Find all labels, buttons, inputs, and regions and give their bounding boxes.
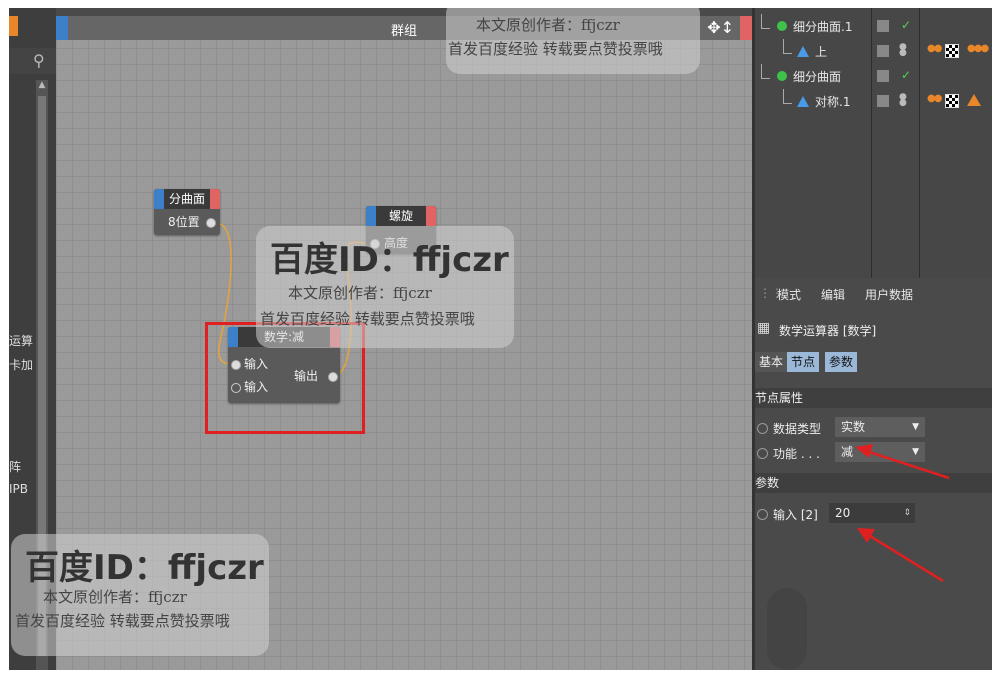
check-icon[interactable]: ✓ bbox=[901, 18, 911, 32]
spline-node[interactable]: 分曲面 8位置 bbox=[154, 189, 220, 235]
symmetry-icon bbox=[797, 46, 809, 57]
tree-line bbox=[761, 14, 770, 29]
data-type-dropdown[interactable]: 实数 ▼ bbox=[835, 417, 925, 437]
tree-line bbox=[783, 39, 792, 54]
object-row[interactable]: 上 ● ● ●● ●●● bbox=[755, 39, 992, 63]
tag-dots-icon[interactable]: ●●● bbox=[967, 43, 989, 54]
search-bar[interactable]: ⚲ bbox=[9, 48, 56, 74]
edit-icon[interactable] bbox=[877, 95, 889, 107]
watermark-center: 百度ID：ffjczr 本文原创作者：ffjczr 首发百度经验 转载要点赞投票… bbox=[256, 226, 514, 348]
tab-params[interactable]: 参数 bbox=[825, 352, 858, 372]
input-value-field[interactable]: 20 ⇕ bbox=[829, 503, 915, 523]
object-manager: 细分曲面.1 ✓ 上 ● ● ●● ●●● 细分曲面 ✓ 对称.1 ● ● ●● bbox=[755, 8, 992, 278]
cone-tag-icon[interactable] bbox=[967, 94, 981, 106]
subdivision-icon bbox=[777, 71, 787, 81]
watermark-note: 首发百度经验 转载要点赞投票哦 bbox=[15, 612, 230, 630]
material-dots-icon[interactable]: ●● bbox=[927, 93, 943, 104]
search-icon[interactable]: ⚲ bbox=[33, 51, 45, 70]
watermark-author: 本文原创作者：ffjczr bbox=[288, 284, 432, 302]
watermark-author: 本文原创作者：ffjczr bbox=[476, 16, 620, 34]
move-icon[interactable]: ✥↕ bbox=[707, 18, 734, 37]
checker-tag-icon[interactable] bbox=[945, 44, 959, 58]
spline-port-label: 8位置 bbox=[168, 215, 200, 229]
edit-icon[interactable] bbox=[877, 45, 889, 57]
object-row[interactable]: 对称.1 ● ● ●● bbox=[755, 89, 992, 113]
left-label-3: 阵 bbox=[9, 460, 22, 474]
tab-basic[interactable]: 基本 bbox=[755, 352, 788, 372]
app-window: ⚲ ▲ 运算 卡加 阵 IPB 群组 ✥↕ 分曲面 8位置 螺旋 高度 bbox=[9, 8, 992, 670]
object-row[interactable]: 细分曲面.1 ✓ bbox=[755, 14, 992, 38]
watermark-id: 百度ID：ffjczr bbox=[25, 548, 264, 588]
watermark-note: 首发百度经验 转载要点赞投票哦 bbox=[260, 310, 475, 328]
calculator-icon: ▦ bbox=[757, 320, 771, 336]
menu-mode[interactable]: 模式 bbox=[777, 286, 801, 303]
data-type-label: 数据类型 bbox=[773, 422, 822, 436]
object-name: 细分曲面.1 bbox=[793, 20, 853, 34]
watermark-top: 本文原创作者：ffjczr 首发百度经验 转载要点赞投票哦 bbox=[446, 8, 700, 74]
function-label: 功能 . . . bbox=[773, 447, 820, 461]
function-value: 减 bbox=[841, 445, 854, 459]
menu-user-data[interactable]: 用户数据 bbox=[865, 286, 913, 303]
tab-node[interactable]: 节点 bbox=[787, 352, 820, 372]
material-dots-icon[interactable]: ●● bbox=[927, 43, 943, 54]
panel-tab[interactable] bbox=[9, 16, 18, 36]
section-node-props: 节点属性 bbox=[755, 388, 992, 408]
watermark-author: 本文原创作者：ffjczr bbox=[43, 588, 187, 606]
edit-icon[interactable] bbox=[877, 70, 889, 82]
left-label-4: IPB bbox=[9, 482, 29, 496]
node-red-tab bbox=[210, 189, 220, 209]
stepper-icon[interactable]: ⇕ bbox=[903, 503, 911, 523]
function-dropdown[interactable]: 减 ▼ bbox=[835, 442, 925, 462]
function-radio[interactable] bbox=[757, 448, 768, 459]
node-blue-tab bbox=[366, 206, 376, 226]
watermark-note: 首发百度经验 转载要点赞投票哦 bbox=[448, 40, 663, 58]
symmetry-icon bbox=[797, 96, 809, 107]
visibility-dots-icon[interactable]: ● ● bbox=[899, 43, 907, 58]
titlebar-red-tab bbox=[740, 16, 752, 40]
tree-line bbox=[783, 89, 792, 104]
chevron-down-icon: ▼ bbox=[912, 447, 919, 457]
attr-title: 数学运算器 [数学] bbox=[779, 324, 877, 338]
input-value: 20 bbox=[835, 506, 851, 520]
section-params: 参数 bbox=[755, 473, 992, 493]
data-type-radio[interactable] bbox=[757, 423, 768, 434]
object-name: 对称.1 bbox=[815, 95, 851, 109]
node-blue-tab bbox=[154, 189, 164, 209]
input-radio[interactable] bbox=[757, 509, 768, 520]
scroll-up-icon[interactable]: ▲ bbox=[36, 78, 48, 92]
spline-output-port[interactable] bbox=[206, 218, 216, 228]
object-name: 细分曲面 bbox=[793, 70, 842, 84]
edit-icon[interactable] bbox=[877, 20, 889, 32]
watermark-bottom: 百度ID：ffjczr 本文原创作者：ffjczr 首发百度经验 转载要点赞投票… bbox=[11, 534, 269, 656]
data-type-value: 实数 bbox=[841, 420, 866, 434]
subdivision-icon bbox=[777, 21, 787, 31]
left-label-1: 运算 bbox=[9, 334, 34, 348]
left-label-2: 卡加 bbox=[9, 358, 34, 372]
menu-edit[interactable]: 编辑 bbox=[821, 286, 845, 303]
object-row[interactable]: 细分曲面 ✓ bbox=[755, 64, 992, 88]
decorative-shape bbox=[767, 588, 807, 670]
object-name: 上 bbox=[815, 45, 828, 59]
input-label: 输入 [2] bbox=[773, 508, 818, 522]
checker-tag-icon[interactable] bbox=[945, 94, 959, 108]
chevron-down-icon: ▼ bbox=[912, 422, 919, 432]
watermark-id: 百度ID：ffjczr bbox=[270, 240, 509, 280]
node-red-tab bbox=[426, 206, 436, 226]
check-icon[interactable]: ✓ bbox=[901, 68, 911, 82]
visibility-dots-icon[interactable]: ● ● bbox=[899, 93, 907, 108]
tree-line bbox=[761, 64, 770, 79]
